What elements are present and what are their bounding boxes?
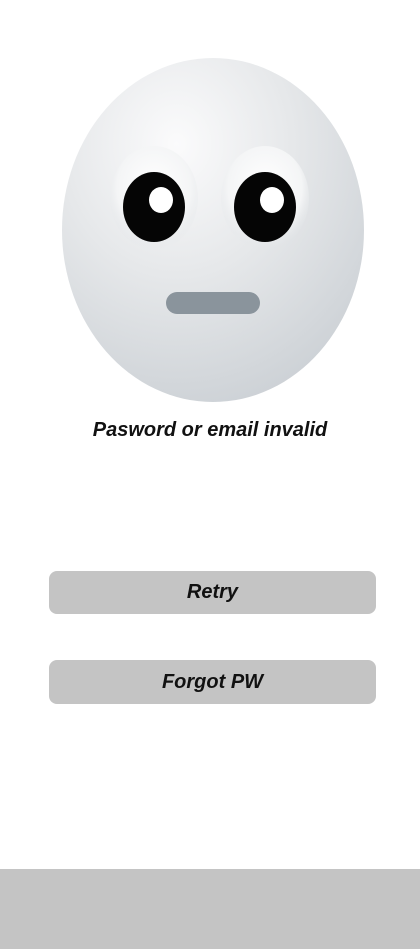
forgot-password-button-label: Forgot PW [161, 670, 264, 693]
retry-button-label: Retry [186, 581, 239, 603]
face-base [62, 58, 364, 402]
forgot-password-button[interactable]: Forgot PW [49, 660, 376, 704]
bottom-bar [0, 869, 420, 949]
retry-button[interactable]: Retry [49, 571, 376, 614]
neutral-face-icon [62, 58, 364, 402]
mouth [166, 292, 260, 314]
left-eye-highlight [149, 187, 173, 213]
right-eye-highlight [260, 187, 284, 213]
error-message: Pasword or email invalid [92, 419, 328, 441]
error-screen: Pasword or email invalid Retry Forgot PW [0, 0, 420, 949]
